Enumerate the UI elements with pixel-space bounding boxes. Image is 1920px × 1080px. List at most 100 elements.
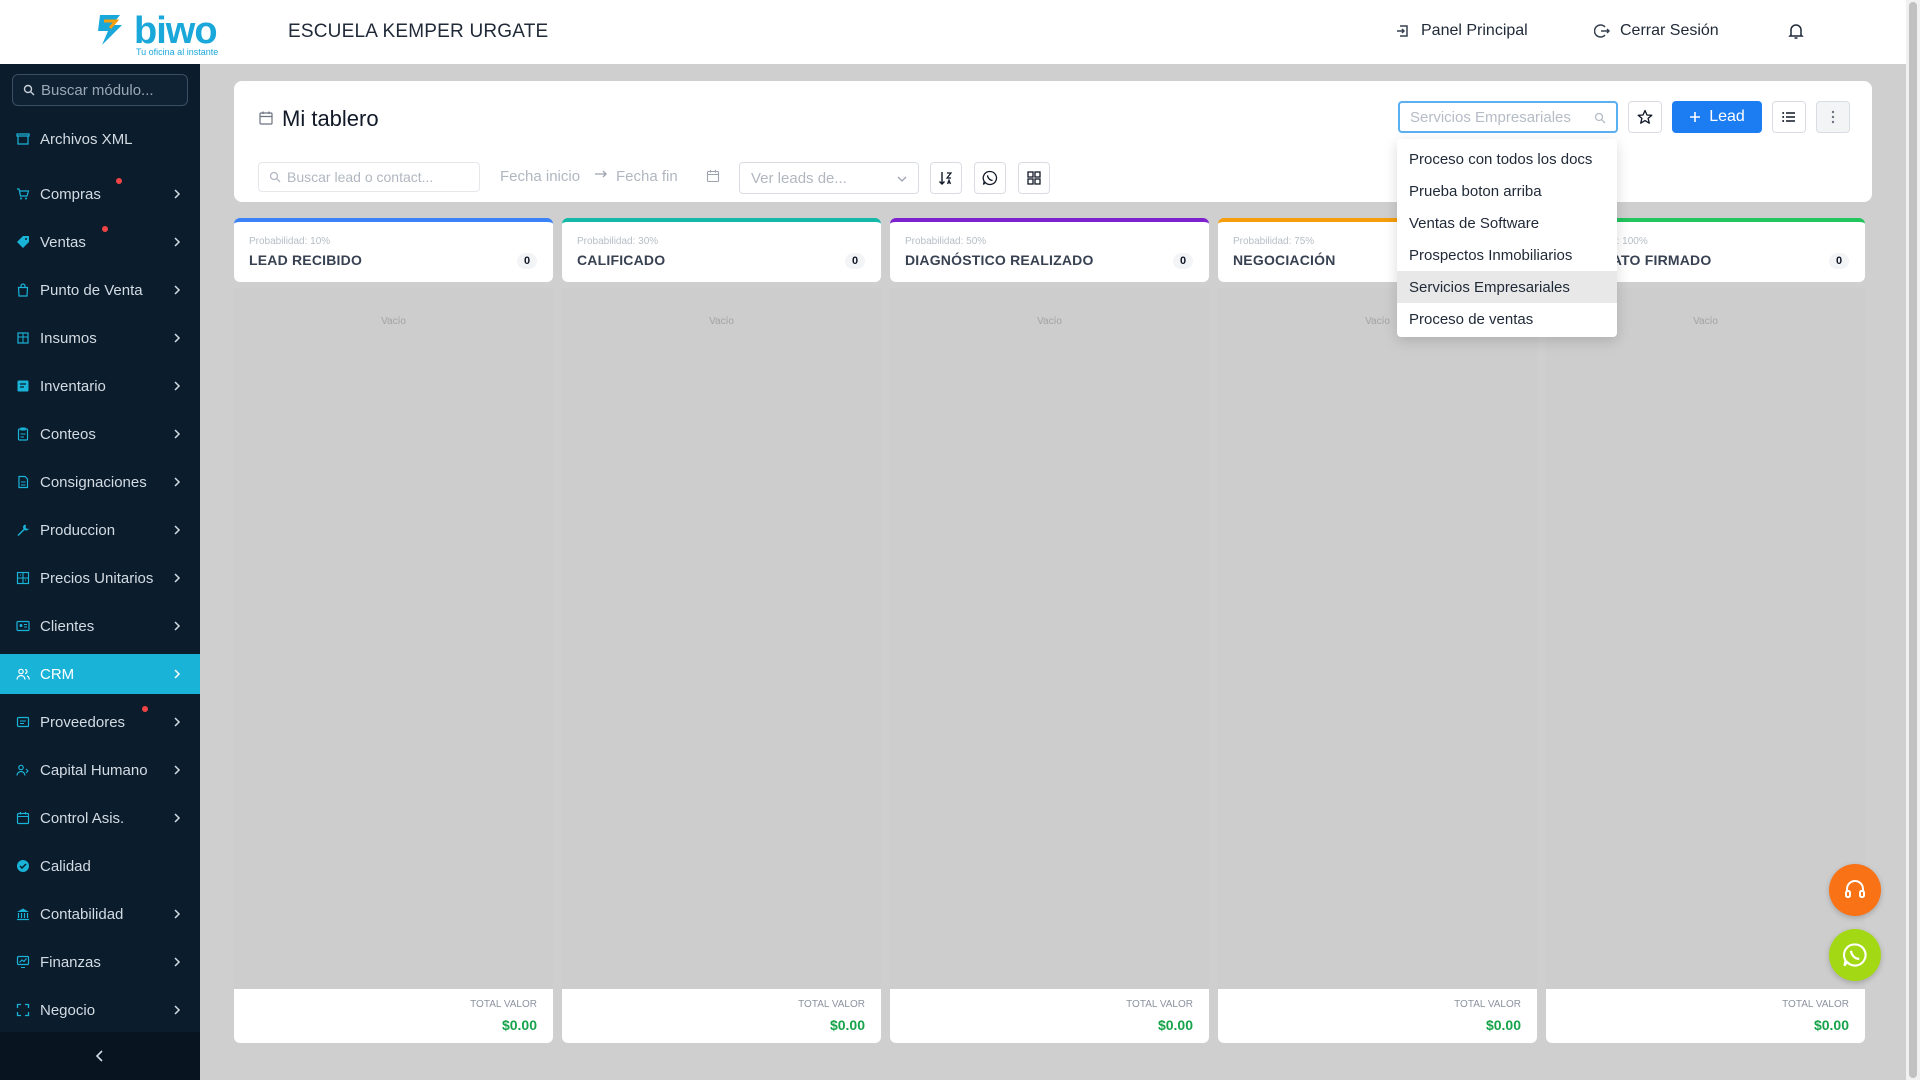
sidebar-item-compras[interactable]: Compras bbox=[0, 174, 200, 214]
grid-view-button[interactable] bbox=[1018, 162, 1050, 194]
column-total-value: $0.00 bbox=[1813, 1017, 1849, 1033]
sidebar-item-label: Ventas bbox=[40, 233, 86, 251]
people-icon bbox=[16, 763, 30, 777]
sidebar-item-label: Punto de Venta bbox=[40, 281, 143, 299]
logout-icon bbox=[1594, 24, 1610, 38]
column-total-value: $0.00 bbox=[501, 1017, 537, 1033]
archive-icon bbox=[16, 132, 30, 146]
sidebar-item-clientes[interactable]: Clientes bbox=[0, 606, 200, 646]
new-lead-button[interactable]: Lead bbox=[1672, 101, 1762, 133]
pipeline-option[interactable]: Servicios Empresariales bbox=[1397, 271, 1617, 303]
pipeline-option[interactable]: Prueba boton arriba bbox=[1397, 175, 1617, 207]
sidebar-item-negocio[interactable]: Negocio bbox=[0, 990, 200, 1030]
column-footer: TOTAL VALOR $0.00 bbox=[1218, 989, 1537, 1043]
column-probability: Probabilidad: 50% bbox=[905, 236, 987, 247]
pipeline-select-value: Servicios Empresariales bbox=[1410, 108, 1571, 126]
sidebar-item-consignaciones[interactable]: Consignaciones bbox=[0, 462, 200, 502]
column-total-value: $0.00 bbox=[829, 1017, 865, 1033]
sidebar-item-label: Inventario bbox=[40, 377, 106, 395]
notifications-button[interactable] bbox=[1786, 21, 1806, 41]
shopping-bag-icon bbox=[16, 283, 30, 297]
view-leads-placeholder: Ver leads de... bbox=[751, 169, 847, 187]
sidebar-item-punto-de-venta[interactable]: Punto de Venta bbox=[0, 270, 200, 310]
panel-principal-link[interactable]: Panel Principal bbox=[1395, 22, 1528, 40]
column-drop-area[interactable]: Vacío bbox=[890, 288, 1209, 989]
sidebar-item-label: Produccion bbox=[40, 521, 116, 539]
users-icon bbox=[16, 667, 30, 681]
date-end-input[interactable]: Fecha fin bbox=[616, 168, 678, 185]
sidebar-item-capital-humano[interactable]: Capital Humano bbox=[0, 750, 200, 790]
column-drop-area[interactable]: Vacío bbox=[562, 288, 881, 989]
notification-dot bbox=[102, 226, 108, 232]
logout-link[interactable]: Cerrar Sesión bbox=[1594, 22, 1719, 40]
support-button[interactable] bbox=[1829, 864, 1881, 916]
view-leads-select[interactable]: Ver leads de... bbox=[739, 162, 919, 194]
column-total-label: TOTAL VALOR bbox=[1782, 999, 1849, 1010]
more-options-button[interactable] bbox=[1816, 101, 1850, 133]
scrollbar-thumb[interactable] bbox=[1909, 2, 1917, 1078]
logo-tagline: Tu oficina al instante bbox=[136, 47, 219, 57]
collapse-sidebar-button[interactable] bbox=[0, 1032, 200, 1080]
column-header[interactable]: Probabilidad: 30% CALIFICADO 0 bbox=[562, 218, 881, 282]
page-scrollbar[interactable] bbox=[1906, 0, 1920, 1080]
sidebar-item-label: Compras bbox=[40, 185, 101, 203]
search-icon bbox=[23, 84, 35, 96]
biwo-logo[interactable]: biwo Tu oficina al instante bbox=[94, 8, 234, 58]
sidebar-item-proveedores[interactable]: Proveedores bbox=[0, 702, 200, 742]
column-drop-area[interactable]: Vacío bbox=[1218, 288, 1537, 989]
sidebar-item-insumos[interactable]: Insumos bbox=[0, 318, 200, 358]
pipeline-select[interactable]: Servicios Empresariales bbox=[1398, 101, 1618, 133]
lead-search[interactable] bbox=[258, 162, 480, 192]
board-header: Mi tablero Servicios Empresariales Lead … bbox=[234, 81, 1872, 202]
column-probability: Probabilidad: 10% bbox=[249, 236, 331, 247]
pipeline-dropdown: Proceso con todos los docs Prueba boton a… bbox=[1397, 139, 1617, 337]
column-drop-area[interactable]: Vacío bbox=[1546, 288, 1865, 989]
column-count-badge: 0 bbox=[517, 253, 537, 269]
favorite-button[interactable] bbox=[1628, 101, 1662, 133]
whatsapp-icon bbox=[982, 170, 998, 186]
column-total-label: TOTAL VALOR bbox=[470, 999, 537, 1010]
sidebar-item-label: Finanzas bbox=[40, 953, 101, 971]
column-title: LEAD RECIBIDO bbox=[249, 252, 363, 268]
sidebar-item-label: Proveedores bbox=[40, 713, 126, 731]
sort-button[interactable] bbox=[930, 162, 962, 194]
date-range-picker[interactable]: Fecha inicio Fecha fin bbox=[500, 162, 724, 192]
sidebar-item-contabilidad[interactable]: Contabilidad bbox=[0, 894, 200, 934]
notification-dot bbox=[142, 706, 148, 712]
pipeline-option[interactable]: Proceso de ventas bbox=[1397, 303, 1617, 335]
lead-search-input[interactable] bbox=[287, 169, 473, 185]
list-view-button[interactable] bbox=[1772, 101, 1806, 133]
sidebar-item-label: Calidad bbox=[40, 857, 91, 875]
sidebar-item-control-asis[interactable]: Control Asis. bbox=[0, 798, 200, 838]
sidebar-item-precios-unitarios[interactable]: Precios Unitarios bbox=[0, 558, 200, 598]
chevron-down-icon bbox=[897, 176, 907, 182]
pipeline-option[interactable]: Prospectos Inmobiliarios bbox=[1397, 239, 1617, 271]
truck-icon bbox=[16, 715, 30, 729]
column-header[interactable]: Probabilidad: 50% DIAGNÓSTICO REALIZADO 0 bbox=[890, 218, 1209, 282]
sidebar-item-conteos[interactable]: Conteos bbox=[0, 414, 200, 454]
notification-dot bbox=[116, 178, 122, 184]
column-header[interactable]: Probabilidad: 10% LEAD RECIBIDO 0 bbox=[234, 218, 553, 282]
column-drop-area[interactable]: Vacío bbox=[234, 288, 553, 989]
wrench-icon bbox=[16, 523, 30, 537]
sidebar-item-calidad[interactable]: Calidad bbox=[0, 846, 200, 886]
sidebar-item-finanzas[interactable]: Finanzas bbox=[0, 942, 200, 982]
module-search-input[interactable] bbox=[41, 81, 181, 99]
pipeline-option[interactable]: Ventas de Software bbox=[1397, 207, 1617, 239]
sidebar-item-label: Conteos bbox=[40, 425, 96, 443]
whatsapp-filter-button[interactable] bbox=[974, 162, 1006, 194]
column-empty-text: Vacío bbox=[1037, 316, 1062, 327]
sidebar-item-archivos-xml[interactable]: Archivos XML bbox=[0, 126, 200, 152]
module-search[interactable] bbox=[12, 74, 188, 106]
sidebar-item-ventas[interactable]: Ventas bbox=[0, 222, 200, 262]
box-icon bbox=[16, 331, 30, 345]
top-bar: biwo Tu oficina al instante ESCUELA KEMP… bbox=[0, 0, 1906, 64]
whatsapp-chat-button[interactable] bbox=[1829, 929, 1881, 981]
sidebar-item-crm[interactable]: CRM bbox=[0, 654, 200, 694]
chevron-right-icon bbox=[174, 573, 181, 583]
date-start-input[interactable]: Fecha inicio bbox=[500, 168, 580, 185]
clipboard-icon bbox=[16, 427, 30, 441]
pipeline-option[interactable]: Proceso con todos los docs bbox=[1397, 143, 1617, 175]
sidebar-item-produccion[interactable]: Produccion bbox=[0, 510, 200, 550]
sidebar-item-inventario[interactable]: Inventario bbox=[0, 366, 200, 406]
